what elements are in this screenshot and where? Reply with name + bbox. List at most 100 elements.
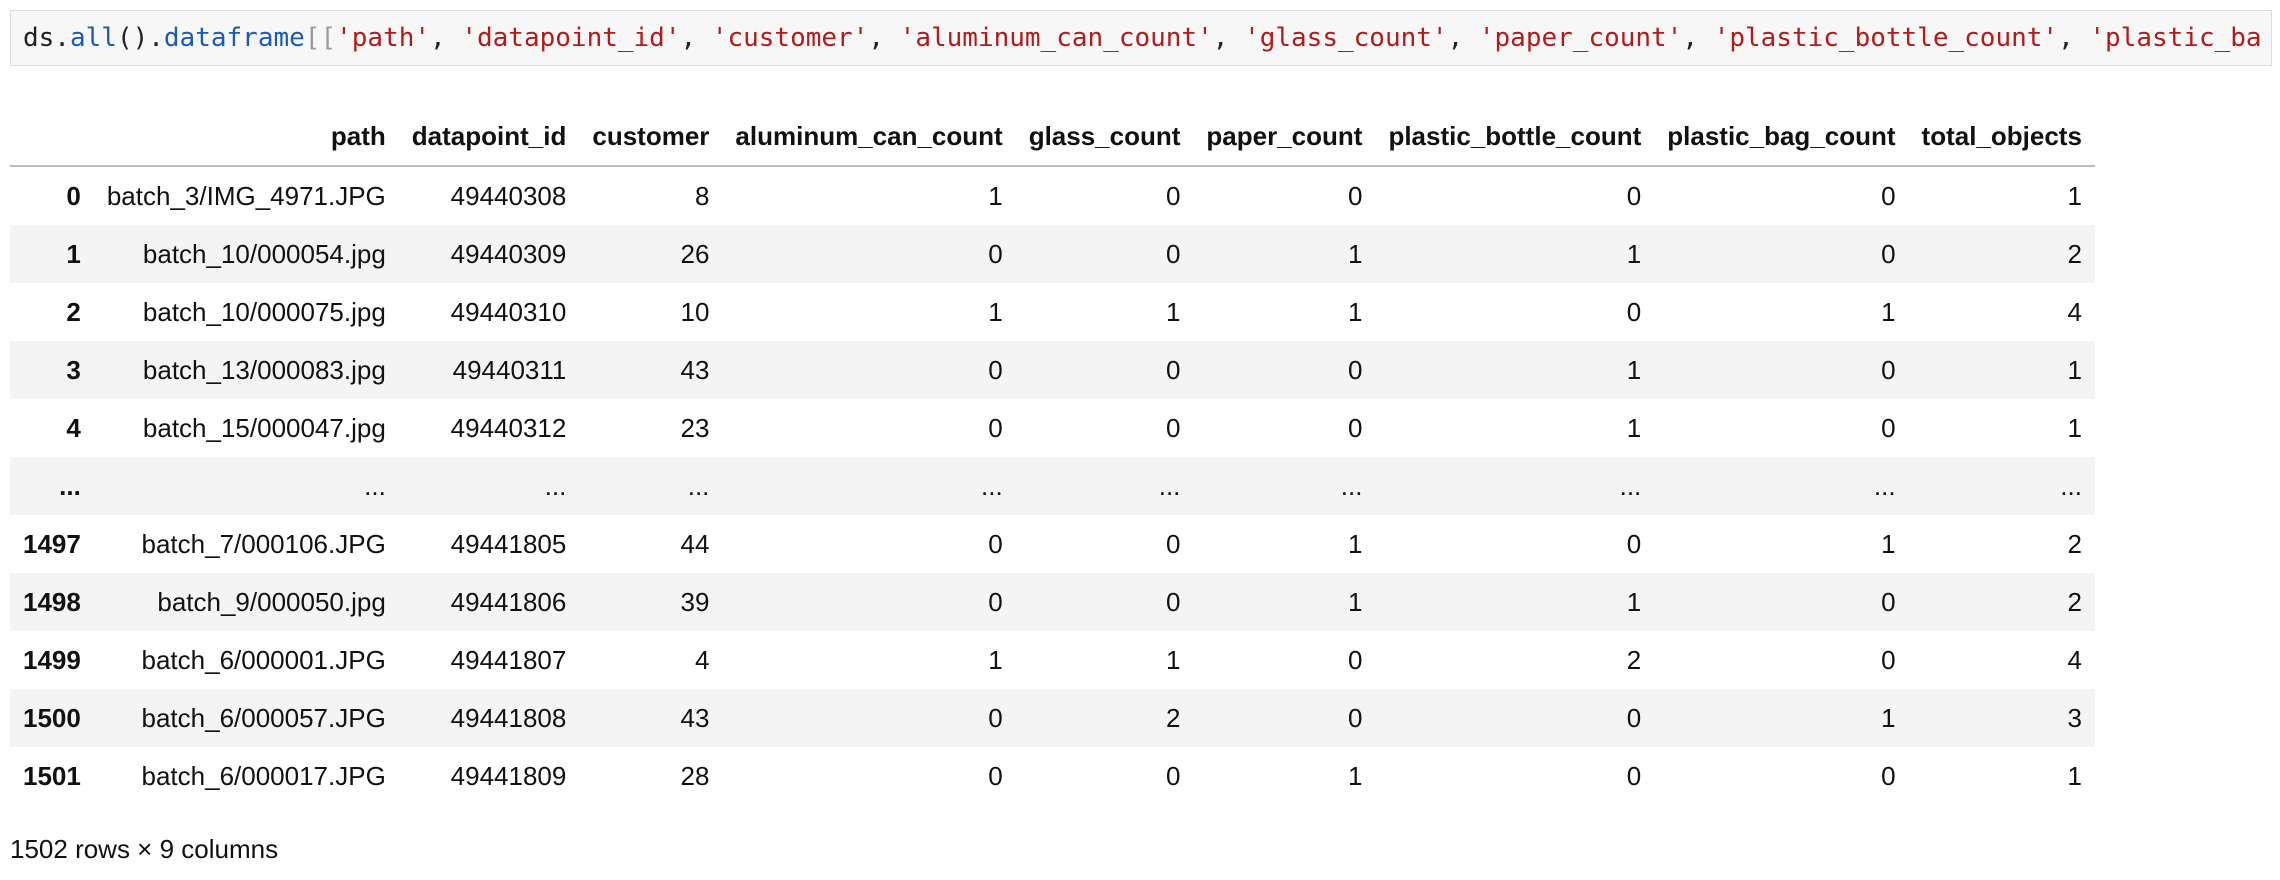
table-cell: batch_6/000057.JPG — [141, 702, 386, 733]
table-cell: 10 — [680, 296, 710, 327]
code-token: ds. — [23, 23, 70, 53]
table-cell: batch_10/000075.jpg — [142, 296, 386, 327]
code-token: dataframe — [163, 23, 305, 53]
table-cell: 0 — [1881, 412, 1896, 443]
code-token: 'customer' — [711, 23, 869, 53]
row-index: 1500 — [23, 702, 81, 733]
header-row: path datapoint_id customer aluminum_can_cou… — [10, 108, 2095, 167]
code-token: , — [868, 23, 900, 53]
index-header — [10, 108, 94, 167]
table-cell: 0 — [1165, 528, 1181, 559]
dataframe-output: path datapoint_id customer aluminum_can_cou… — [10, 108, 2095, 805]
table-row: 1498 batch_9/000050.jpg 49441806 39 0 0 1 1 0 2 — [10, 573, 2095, 631]
column-header: glass_count — [1015, 108, 1194, 167]
row-index: 1499 — [23, 644, 81, 675]
table-cell: 1 — [988, 296, 1003, 327]
table-cell: 43 — [680, 702, 710, 733]
table-cell: 0 — [988, 238, 1003, 269]
table-cell: batch_6/000017.JPG — [141, 760, 386, 791]
table-cell: batch_3/IMG_4971.JPG — [106, 180, 386, 211]
row-index: ... — [59, 470, 81, 501]
table-cell: 39 — [680, 586, 710, 617]
table-cell: 49440312 — [450, 412, 567, 443]
table-cell: 49440308 — [450, 180, 567, 211]
code-token: , — [1447, 23, 1479, 53]
row-index: 1 — [66, 238, 81, 269]
table-cell: 1 — [1626, 354, 1642, 385]
table-cell: 0 — [1881, 180, 1896, 211]
table-cell: 0 — [1626, 760, 1642, 791]
table-cell: 26 — [680, 238, 710, 269]
table-cell: 1 — [2067, 354, 2082, 385]
table-cell: 1 — [1347, 528, 1363, 559]
table-cell: 0 — [988, 412, 1003, 443]
table-row: 2 batch_10/000075.jpg 49440310 10 1 1 1 0 1 4 — [10, 283, 2095, 341]
table-cell: 4 — [2067, 644, 2082, 675]
column-header: customer — [579, 108, 723, 167]
table-row: 1497 batch_7/000106.JPG 49441805 44 0 0 1 0 1 2 — [10, 515, 2095, 573]
table-cell: 1 — [1347, 238, 1363, 269]
table-cell: 44 — [680, 528, 710, 559]
table-row: 1 batch_10/000054.jpg 49440309 26 0 0 1 1 0 2 — [10, 225, 2095, 283]
code-token: 'aluminum_can_count' — [899, 23, 1213, 53]
table-cell: ... — [544, 470, 567, 501]
code-token: all — [69, 23, 117, 53]
code-token: , — [2058, 23, 2090, 53]
table-cell: 1 — [1347, 296, 1363, 327]
dataframe-table: path datapoint_id customer aluminum_can_cou… — [10, 108, 2095, 805]
table-cell: 2 — [2067, 238, 2082, 269]
table-cell: 49440311 — [452, 354, 567, 385]
table-cell: 0 — [1626, 296, 1642, 327]
table-cell: 0 — [1347, 702, 1363, 733]
table-cell: 49441807 — [450, 644, 567, 675]
table-cell: batch_9/000050.jpg — [157, 586, 386, 617]
code-token: (). — [116, 23, 164, 53]
table-cell: 1 — [1165, 296, 1181, 327]
code-token: 'datapoint_id' — [461, 23, 681, 53]
code-line: ds.all().dataframe[['path', 'datapoint_i… — [23, 23, 2262, 53]
table-cell: 28 — [680, 760, 710, 791]
table-cell: ... — [1873, 470, 1896, 501]
table-cell: 49440310 — [450, 296, 567, 327]
table-cell: 0 — [1881, 644, 1896, 675]
table-row: 0 batch_3/IMG_4971.JPG 49440308 8 1 0 0 0 0 1 — [10, 166, 2095, 225]
table-cell: 23 — [680, 412, 710, 443]
table-cell: 1 — [1881, 528, 1896, 559]
code-token: , — [1212, 23, 1245, 53]
table-cell: 49441805 — [450, 528, 567, 559]
table-cell: 0 — [988, 528, 1003, 559]
table-row: 4 batch_15/000047.jpg 49440312 23 0 0 0 1 0 1 — [10, 399, 2095, 457]
row-index: 1497 — [23, 528, 81, 559]
table-cell: 1 — [1881, 702, 1896, 733]
table-cell: 0 — [1165, 412, 1181, 443]
code-cell[interactable]: ds.all().dataframe[['path', 'datapoint_i… — [10, 10, 2272, 66]
table-cell: 1 — [988, 644, 1003, 675]
table-cell: 1 — [1626, 412, 1642, 443]
table-cell: 43 — [680, 354, 710, 385]
table-cell: 0 — [1881, 760, 1896, 791]
table-cell: 0 — [1165, 354, 1181, 385]
table-cell: 0 — [988, 760, 1003, 791]
table-cell: 1 — [2067, 180, 2082, 211]
code-token: , — [680, 23, 712, 53]
table-cell: 0 — [1347, 412, 1363, 443]
table-cell: batch_10/000054.jpg — [142, 238, 386, 269]
table-cell: ... — [1158, 470, 1181, 501]
table-row: 1501 batch_6/000017.JPG 49441809 28 0 0 1 0 0 1 — [10, 747, 2095, 805]
table-cell: ... — [687, 470, 710, 501]
column-header: aluminum_can_count — [722, 108, 1016, 167]
table-cell: 0 — [1165, 760, 1181, 791]
code-token: 'plastic_bottle_count' — [1713, 23, 2059, 53]
table-cell: 49441808 — [450, 702, 567, 733]
table-cell: 1 — [988, 180, 1003, 211]
table-cell: 49440309 — [450, 238, 567, 269]
column-header: datapoint_id — [398, 108, 580, 167]
table-cell: 2 — [2067, 528, 2082, 559]
table-cell: 0 — [1165, 586, 1181, 617]
table-cell: 2 — [1165, 702, 1181, 733]
column-header: paper_count — [1193, 108, 1376, 167]
column-header: total_objects — [1908, 108, 2095, 167]
row-index: 4 — [66, 412, 81, 443]
table-cell: 1 — [1626, 586, 1642, 617]
row-count-summary: 1502 rows × 9 columns — [10, 834, 279, 864]
